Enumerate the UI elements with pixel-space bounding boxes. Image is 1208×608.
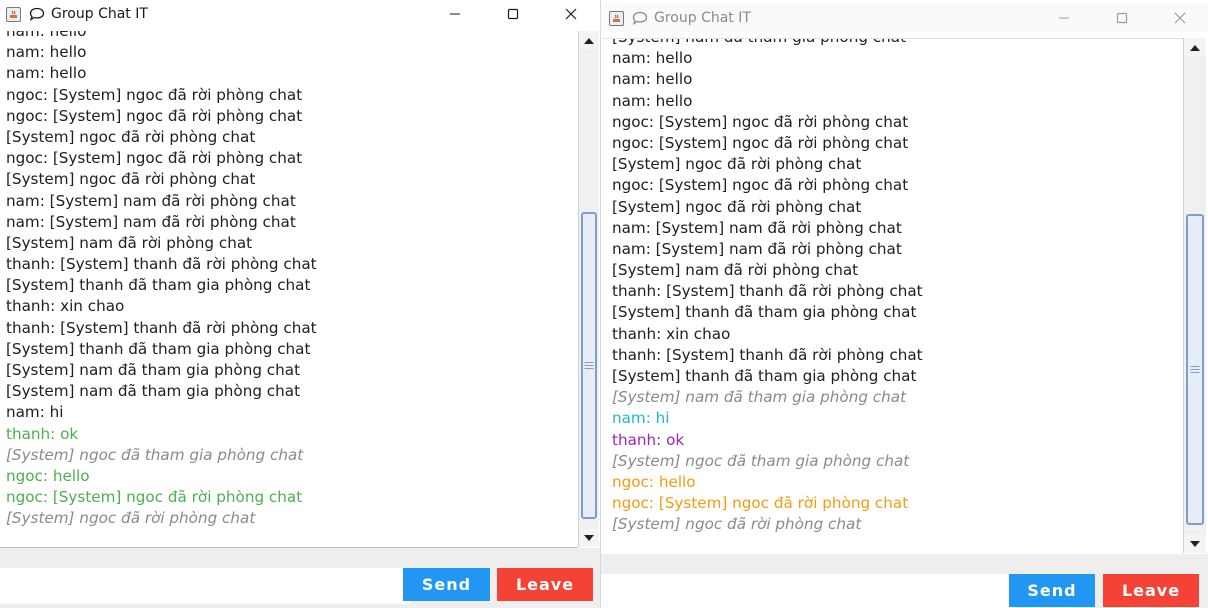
chat-message: [System] nam đã tham gia phòng chat xyxy=(612,39,923,48)
chat-message: [System] ngoc đã rời phòng chat xyxy=(612,155,862,174)
send-button[interactable]: Send xyxy=(1009,574,1095,607)
minimize-button[interactable] xyxy=(426,0,484,28)
chat-message: ngoc: [System] ngoc đã rời phòng chat xyxy=(6,106,303,125)
chat-message: nam: [System] nam đã rời phòng chat xyxy=(6,212,296,231)
maximize-icon xyxy=(507,8,519,20)
scroll-thumb[interactable] xyxy=(581,212,597,520)
chat-message: thanh: [System] thanh đã rời phòng chat xyxy=(612,282,923,301)
chat-message: [System] nam đã rời phòng chat xyxy=(612,261,859,280)
chat-message: [System] nam đã rời phòng chat xyxy=(6,233,253,252)
chat-message: [System] ngoc đã rời phòng chat xyxy=(6,170,256,189)
chat-bubble-icon xyxy=(632,11,648,25)
leave-button[interactable]: Leave xyxy=(1103,574,1199,607)
chat-message: [System] ngoc đã tham gia phòng chat xyxy=(6,445,304,464)
chat-message: nam: [System] nam đã rời phòng chat xyxy=(612,239,902,258)
chat-message: ngoc: hello xyxy=(6,466,90,485)
scroll-down-button[interactable] xyxy=(579,529,599,547)
scroll-up-button[interactable] xyxy=(1184,38,1206,56)
window-title: Group Chat IT xyxy=(654,10,751,26)
chat-message: [System] ngoc đã rời phòng chat xyxy=(612,197,862,216)
minimize-icon xyxy=(450,13,460,15)
chat-window-right: Group Chat IT [System] nam đã tham gia p… xyxy=(600,0,1208,608)
chat-history[interactable]: nam: hello nam: hello nam: hello ngoc: [Sys… xyxy=(0,31,578,548)
message-list: nam: hello nam: hello nam: hello ngoc: [Sys… xyxy=(6,31,317,530)
chat-message: [System] ngoc đã rời phòng chat xyxy=(6,127,256,146)
chat-message: ngoc: [System] ngoc đã rời phòng chat xyxy=(6,85,303,104)
chat-message: thanh: ok xyxy=(6,424,79,443)
chat-message: [System] ngoc đã rời phòng chat xyxy=(612,515,862,534)
input-bar: Send Leave xyxy=(601,554,1208,608)
chat-message: nam: [System] nam đã rời phòng chat xyxy=(6,191,296,210)
chat-window-left: Group Chat IT nam: hello nam: hello nam: h… xyxy=(0,0,601,608)
chat-message: thanh: xin chao xyxy=(6,297,125,316)
maximize-button[interactable] xyxy=(484,0,542,28)
chat-message: ngoc: [System] ngoc đã rời phòng chat xyxy=(612,176,909,195)
chat-message: thanh: [System] thanh đã rời phòng chat xyxy=(612,345,923,364)
close-button[interactable] xyxy=(1151,4,1208,32)
chat-message: ngoc: hello xyxy=(612,472,696,491)
chat-message: nam: hi xyxy=(612,409,670,428)
chat-message: nam: hello xyxy=(6,64,87,83)
arrow-up-icon xyxy=(584,37,594,44)
chat-bubble-icon xyxy=(29,7,45,21)
chat-message: nam: hello xyxy=(6,31,87,40)
chat-message: nam: hello xyxy=(612,91,693,110)
chat-message: thanh: ok xyxy=(612,430,685,449)
message-input[interactable] xyxy=(0,568,410,604)
send-button[interactable]: Send xyxy=(403,568,490,601)
chat-message: nam: hi xyxy=(6,403,64,422)
minimize-button[interactable] xyxy=(1035,4,1093,32)
arrow-down-icon xyxy=(584,534,594,541)
java-app-icon xyxy=(609,10,624,26)
grip-icon xyxy=(1190,365,1200,373)
chat-message: nam: hello xyxy=(6,43,87,62)
input-bar: Send Leave xyxy=(0,548,600,608)
chat-message: [System] ngoc đã tham gia phòng chat xyxy=(612,451,910,470)
chat-message: nam: hello xyxy=(612,49,693,68)
maximize-button[interactable] xyxy=(1093,4,1151,32)
chat-message: [System] ngoc đã rời phòng chat xyxy=(6,509,256,528)
arrow-up-icon xyxy=(1190,44,1200,51)
close-icon xyxy=(565,8,577,20)
chat-history[interactable]: [System] nam đã tham gia phòng chatnam: … xyxy=(602,38,1184,555)
chat-message: ngoc: [System] ngoc đã rời phòng chat xyxy=(6,149,303,168)
title-bar[interactable]: Group Chat IT xyxy=(601,4,1208,32)
chat-message: ngoc: [System] ngoc đã rời phòng chat xyxy=(612,112,909,131)
title-bar[interactable]: Group Chat IT xyxy=(0,0,600,28)
chat-message: [System] nam đã tham gia phòng chat xyxy=(6,361,301,379)
minimize-icon xyxy=(1059,17,1069,19)
chat-message: [System] nam đã tham gia phòng chat xyxy=(6,382,301,401)
chat-message: [System] thanh đã tham gia phòng chat xyxy=(6,339,311,358)
leave-button[interactable]: Leave xyxy=(497,568,593,601)
chat-message: nam: [System] nam đã rời phòng chat xyxy=(612,218,902,237)
chat-message: ngoc: [System] ngoc đã rời phòng chat xyxy=(6,488,303,507)
scroll-up-button[interactable] xyxy=(579,31,599,49)
chat-message: ngoc: [System] ngoc đã rời phòng chat xyxy=(612,133,909,152)
chat-message: ngoc: [System] ngoc đã rời phòng chat xyxy=(612,494,909,513)
close-icon xyxy=(1174,12,1186,24)
vertical-scrollbar[interactable] xyxy=(578,31,599,547)
chat-message: [System] nam đã tham gia phòng chat xyxy=(612,388,907,407)
grip-icon xyxy=(584,361,594,369)
message-list: [System] nam đã tham gia phòng chatnam: … xyxy=(612,39,923,536)
chat-message: [System] thanh đã tham gia phòng chat xyxy=(612,367,917,385)
vertical-scrollbar[interactable] xyxy=(1183,38,1206,553)
chat-message: thanh: [System] thanh đã rời phòng chat xyxy=(6,255,317,274)
chat-message: [System] thanh đã tham gia phòng chat xyxy=(6,276,311,295)
message-input[interactable] xyxy=(601,574,1015,608)
arrow-down-icon xyxy=(1190,540,1200,547)
chat-message: thanh: [System] thanh đã rời phòng chat xyxy=(6,318,317,337)
maximize-icon xyxy=(1116,12,1128,24)
scroll-thumb[interactable] xyxy=(1186,214,1204,526)
chat-message: thanh: xin chao xyxy=(612,324,731,343)
close-button[interactable] xyxy=(542,0,600,28)
scroll-down-button[interactable] xyxy=(1184,535,1206,553)
chat-message: [System] thanh đã tham gia phòng chat xyxy=(612,303,917,322)
window-title: Group Chat IT xyxy=(51,6,148,22)
chat-message: nam: hello xyxy=(612,70,693,89)
java-app-icon xyxy=(6,6,21,22)
